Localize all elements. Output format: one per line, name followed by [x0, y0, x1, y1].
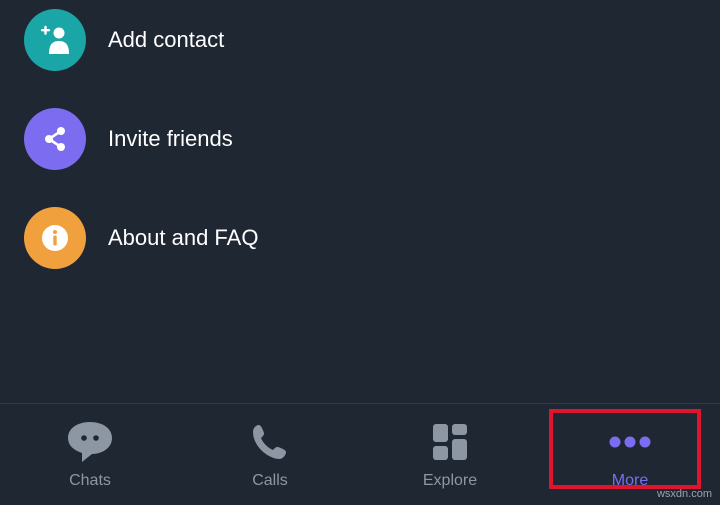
share-icon: [24, 108, 86, 170]
menu-item-invite-friends[interactable]: Invite friends: [0, 94, 720, 184]
menu-item-about-faq[interactable]: About and FAQ: [0, 193, 720, 283]
chat-bubble-icon: [66, 420, 114, 464]
menu-item-label: Invite friends: [108, 126, 233, 151]
menu-item-label: Add contact: [108, 27, 225, 52]
explore-grid-icon: [426, 420, 474, 464]
menu-item-label: About and FAQ: [108, 225, 259, 250]
watermark: wsxdn.com: [656, 488, 712, 500]
phone-icon: [246, 420, 294, 464]
menu-item-add-contact[interactable]: Add contact: [0, 0, 720, 85]
tab-calls[interactable]: Calls: [180, 404, 360, 505]
bottom-navigation-bar: Chats Calls Explore More: [0, 403, 720, 505]
tab-chats[interactable]: Chats: [0, 404, 180, 505]
info-icon: [24, 207, 86, 269]
more-screen: Add contact Invite friends About and FAQ…: [0, 0, 720, 505]
tab-label: Explore: [422, 472, 478, 489]
tab-explore[interactable]: Explore: [360, 404, 540, 505]
tab-label: Chats: [69, 472, 111, 489]
add-contact-icon: [24, 9, 86, 71]
tab-label: Calls: [252, 472, 288, 489]
more-dots-icon: [606, 420, 654, 464]
